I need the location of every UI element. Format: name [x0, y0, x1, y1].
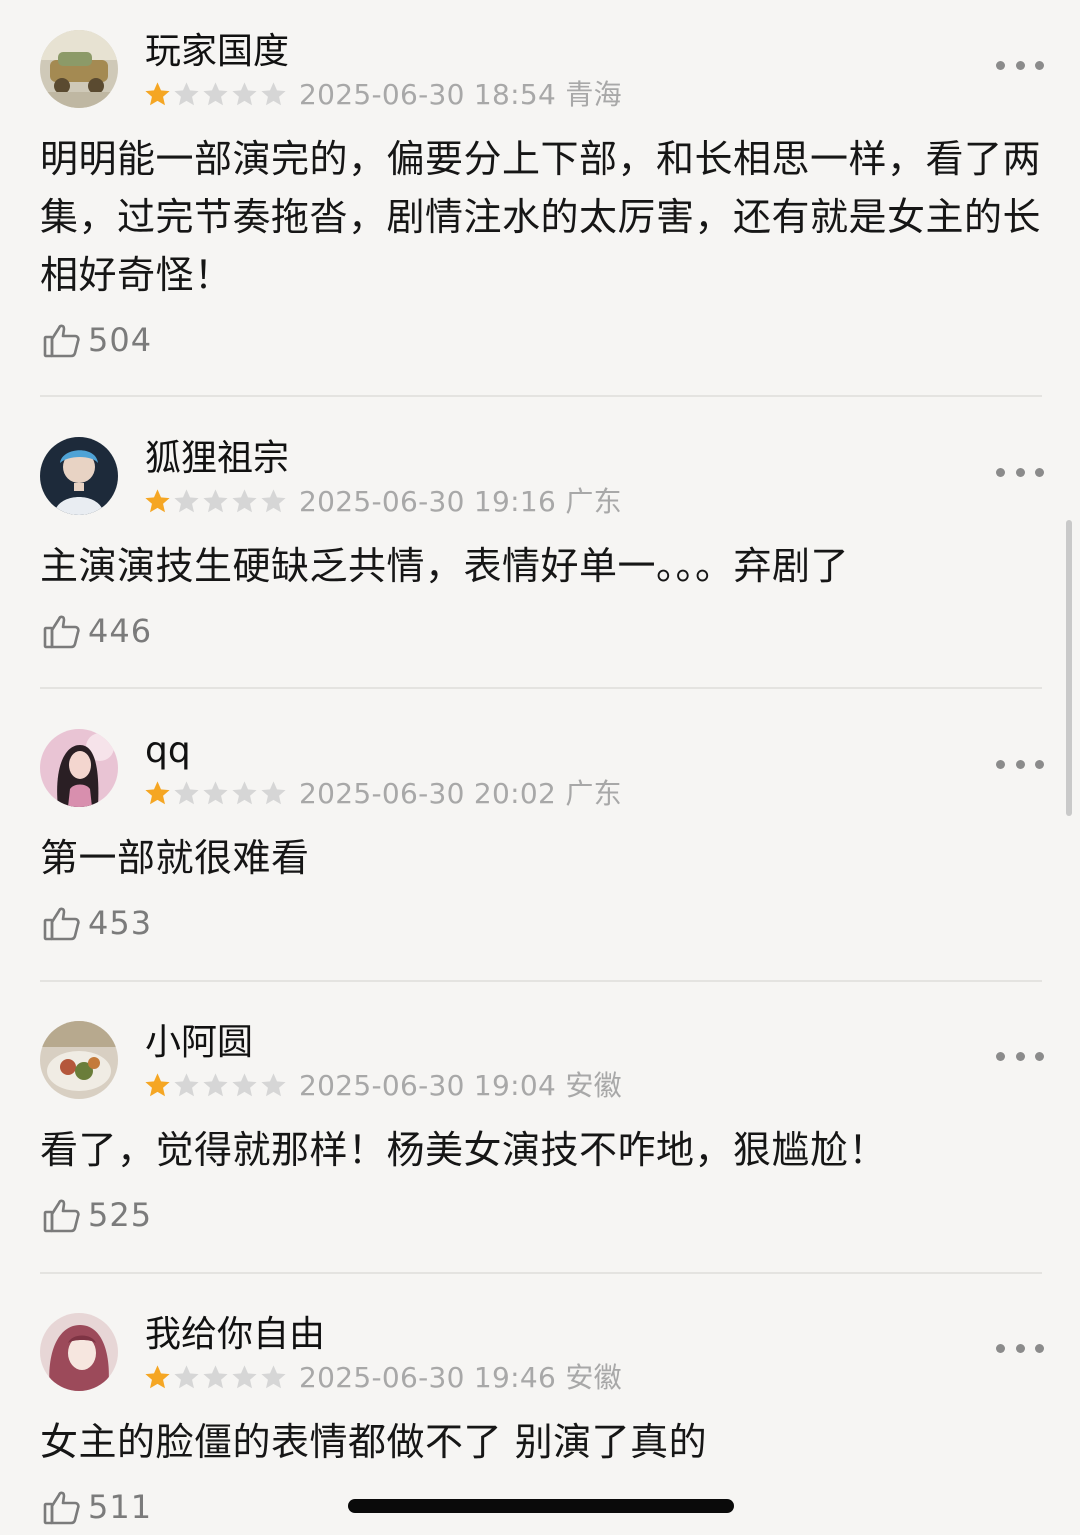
star-empty-icon — [174, 1073, 199, 1097]
star-empty-icon — [174, 489, 199, 513]
star-empty-icon — [203, 1073, 228, 1097]
rating-stars — [143, 80, 288, 110]
user-avatar[interactable] — [40, 30, 118, 108]
star-empty-icon — [203, 1365, 228, 1389]
more-options-icon[interactable] — [996, 749, 1044, 779]
like-count: 446 — [88, 612, 153, 650]
rating-stars — [143, 779, 288, 809]
star-empty-icon — [232, 1365, 257, 1389]
star-empty-icon — [232, 1073, 257, 1097]
star-empty-icon — [203, 781, 228, 805]
comment-divider — [40, 1272, 1042, 1274]
comment-datetime: 2025-06-30 19:46 — [299, 1361, 557, 1394]
comment-meta: 2025-06-30 20:02 广东 — [299, 777, 622, 811]
thumbs-up-icon — [43, 907, 80, 941]
comment-location: 安徽 — [565, 1361, 622, 1394]
star-filled-icon — [145, 82, 170, 106]
comment-location: 青海 — [565, 78, 622, 111]
comment-datetime: 2025-06-30 19:16 — [299, 485, 557, 518]
rating-stars — [143, 1363, 288, 1393]
username[interactable]: 小阿圆 — [145, 1021, 253, 1065]
comment-meta: 2025-06-30 19:16 广东 — [299, 485, 622, 519]
like-button[interactable]: 525 — [42, 1193, 152, 1237]
comment-datetime: 2025-06-30 19:04 — [299, 1069, 557, 1102]
more-options-icon[interactable] — [996, 50, 1044, 80]
star-empty-icon — [232, 781, 257, 805]
like-count: 453 — [88, 904, 153, 942]
username[interactable]: 玩家国度 — [145, 30, 289, 74]
user-avatar[interactable] — [40, 1313, 118, 1391]
like-count: 525 — [88, 1196, 153, 1234]
comment-location: 广东 — [565, 777, 622, 810]
thumbs-up-icon — [43, 615, 80, 649]
user-avatar[interactable] — [40, 729, 118, 807]
comment-meta: 2025-06-30 19:04 安徽 — [299, 1069, 622, 1103]
star-empty-icon — [174, 781, 199, 805]
like-button[interactable]: 504 — [42, 318, 152, 362]
comment-location: 安徽 — [565, 1069, 622, 1102]
star-empty-icon — [174, 82, 199, 106]
star-empty-icon — [261, 1073, 286, 1097]
comment-text: 第一部就很难看 — [40, 836, 310, 880]
home-indicator[interactable] — [348, 1499, 734, 1513]
comment-meta: 2025-06-30 18:54 青海 — [299, 78, 622, 112]
username[interactable]: 狐狸祖宗 — [145, 437, 289, 481]
username[interactable]: 我给你自由 — [145, 1313, 325, 1357]
comment-text: 主演演技生硬缺乏共情，表情好单一。。。弃剧了 — [40, 544, 850, 588]
like-count: 504 — [88, 321, 153, 359]
star-empty-icon — [232, 82, 257, 106]
comment-meta: 2025-06-30 19:46 安徽 — [299, 1361, 622, 1395]
star-empty-icon — [174, 1365, 199, 1389]
star-empty-icon — [203, 489, 228, 513]
comment-text: 女主的脸僵的表情都做不了 别演了真的 — [40, 1420, 708, 1464]
thumbs-up-icon — [43, 1491, 80, 1525]
comment-divider — [40, 980, 1042, 982]
rating-stars — [143, 1071, 288, 1101]
star-empty-icon — [203, 82, 228, 106]
comment-divider — [40, 395, 1042, 397]
star-filled-icon — [145, 489, 170, 513]
more-options-icon[interactable] — [996, 457, 1044, 487]
more-options-icon[interactable] — [996, 1333, 1044, 1363]
username[interactable]: qq — [145, 729, 191, 773]
scrollbar[interactable] — [1066, 520, 1072, 816]
rating-stars — [143, 487, 288, 517]
like-count: 511 — [88, 1488, 153, 1526]
more-options-icon[interactable] — [996, 1041, 1044, 1071]
user-avatar[interactable] — [40, 437, 118, 515]
star-filled-icon — [145, 781, 170, 805]
comment-list-page: 玩家国度 2025-06-30 18:54 青海 明明能一部演完的，偏要分上下部… — [0, 0, 1080, 1535]
user-avatar[interactable] — [40, 1021, 118, 1099]
star-empty-icon — [261, 781, 286, 805]
comment-text: 看了，觉得就那样！杨美女演技不咋地，狠尴尬！ — [40, 1128, 888, 1172]
like-button[interactable]: 453 — [42, 901, 152, 945]
star-empty-icon — [232, 489, 257, 513]
star-filled-icon — [145, 1073, 170, 1097]
comment-text: 明明能一部演完的，偏要分上下部，和长相思一样，看了两集，过完节奏拖沓，剧情注水的… — [40, 137, 1042, 297]
comment-location: 广东 — [565, 485, 622, 518]
comment-divider — [40, 687, 1042, 689]
star-empty-icon — [261, 1365, 286, 1389]
star-empty-icon — [261, 82, 286, 106]
thumbs-up-icon — [43, 324, 80, 358]
star-filled-icon — [145, 1365, 170, 1389]
comment-datetime: 2025-06-30 20:02 — [299, 777, 557, 810]
like-button[interactable]: 446 — [42, 609, 152, 653]
thumbs-up-icon — [43, 1199, 80, 1233]
star-empty-icon — [261, 489, 286, 513]
comment-datetime: 2025-06-30 18:54 — [299, 78, 557, 111]
like-button[interactable]: 511 — [42, 1485, 152, 1529]
